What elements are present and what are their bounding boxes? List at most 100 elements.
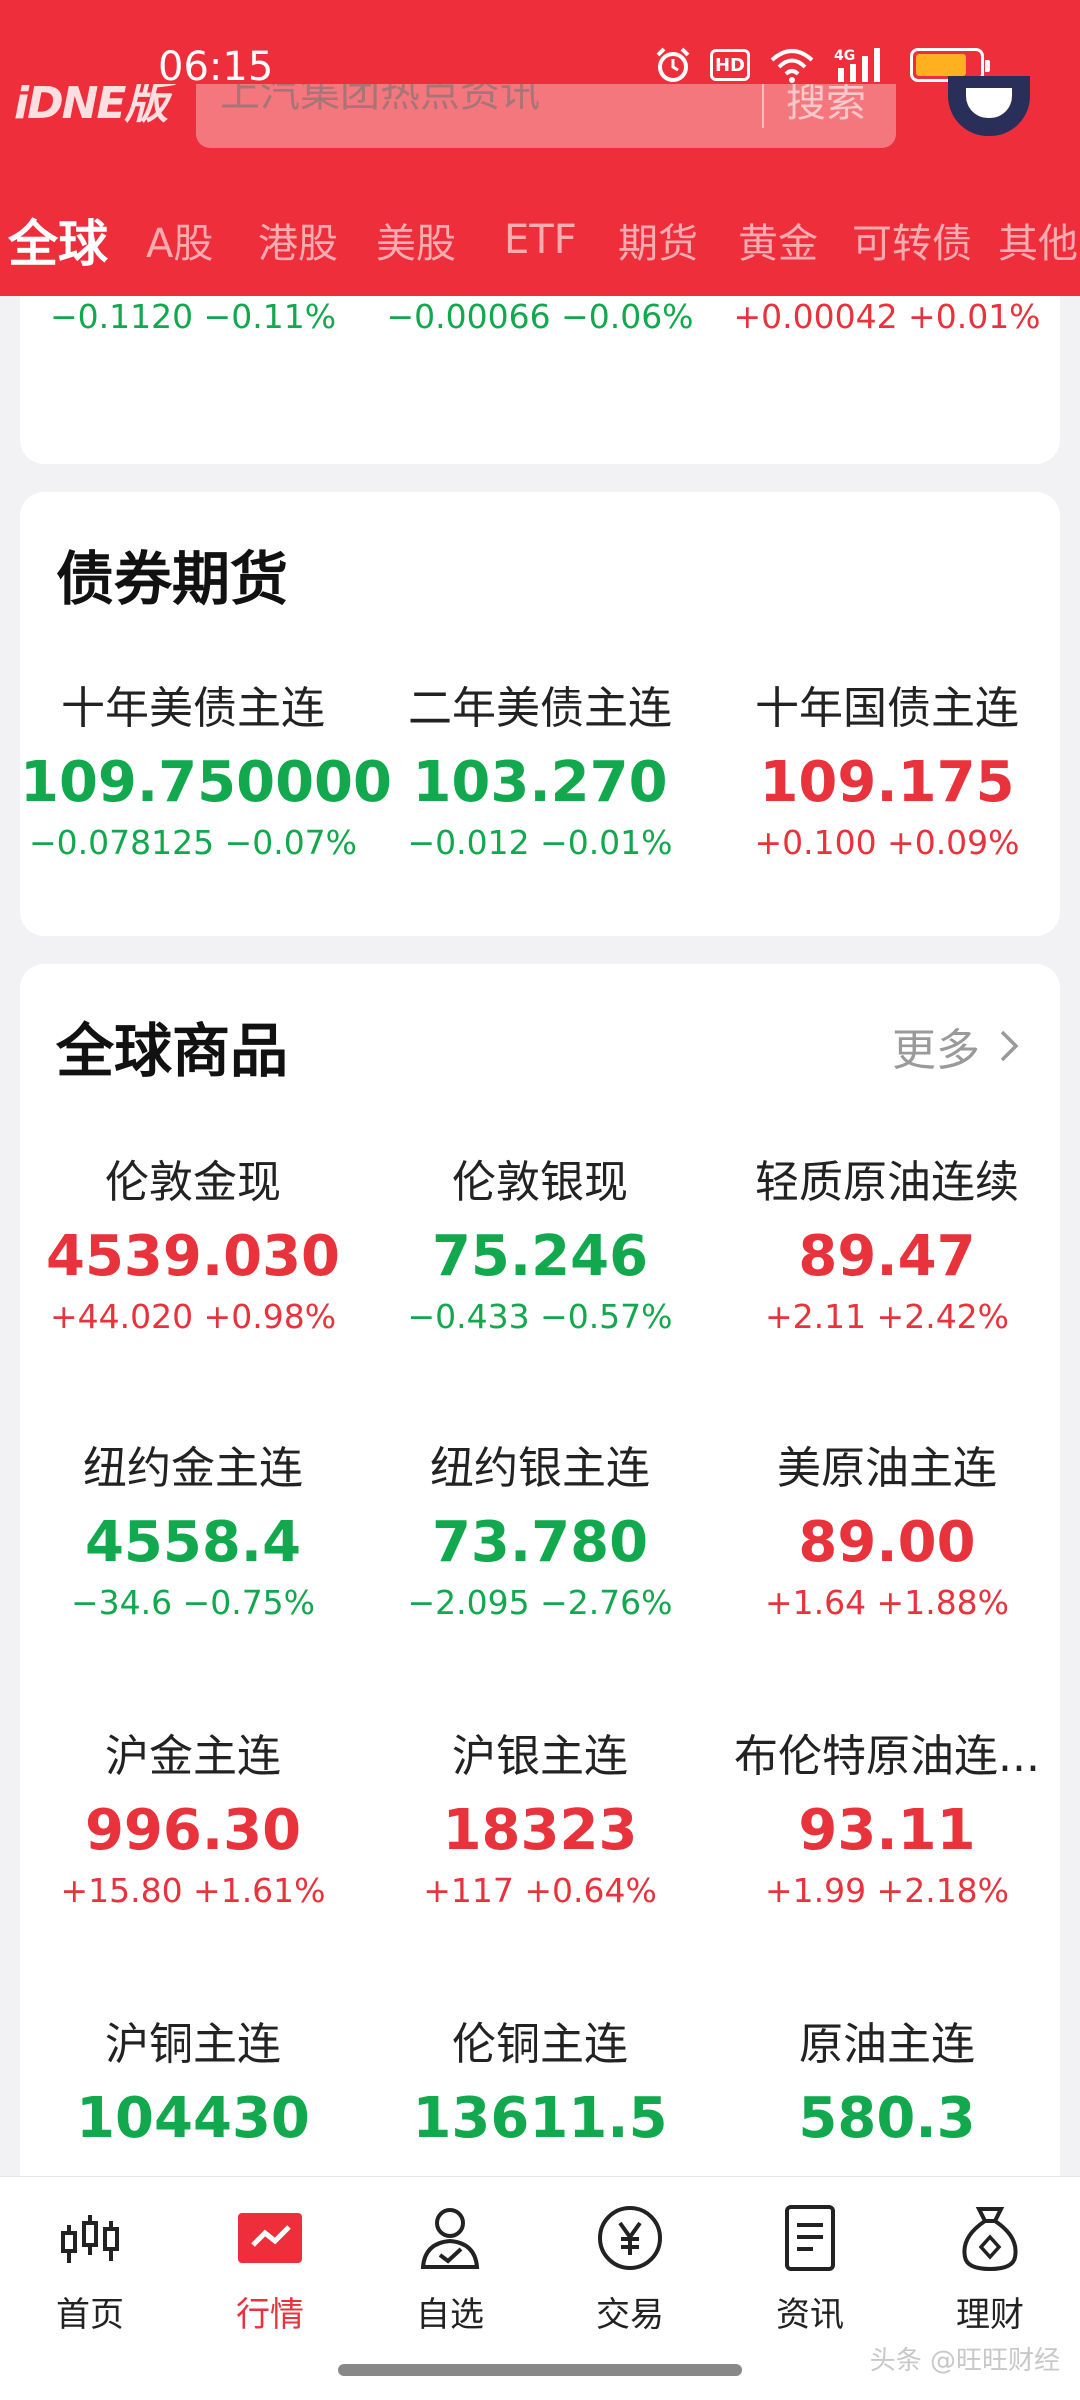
tab-7[interactable]: 可转债 xyxy=(852,211,972,269)
search-divider xyxy=(762,84,764,128)
nav-label: 行情 xyxy=(236,2295,304,2335)
commodity-quote-11[interactable]: 原油主连 580.3 xyxy=(714,2008,1060,2151)
nav-candlestick[interactable]: 首页 xyxy=(0,2203,180,2336)
quote-change: +0.00042 +0.01% xyxy=(733,297,1041,336)
home-indicator[interactable] xyxy=(338,2364,742,2376)
bond-quote-2[interactable]: 十年国债主连 109.175 +0.100 +0.09% xyxy=(714,672,1060,862)
quote-price: 75.246 xyxy=(431,1224,649,1289)
wifi-icon xyxy=(770,49,814,83)
quote-change: −0.1120 −0.11% xyxy=(49,297,337,336)
quote-price: 996.30 xyxy=(84,1798,302,1863)
quote-name: 沪银主连 xyxy=(452,1731,628,1782)
svg-text:4G: 4G xyxy=(834,48,855,64)
tab-4[interactable]: ETF xyxy=(504,217,577,263)
tab-8[interactable]: 其他 xyxy=(998,211,1078,269)
quote-change: −0.078125 −0.07% xyxy=(28,823,358,862)
nav-news-doc[interactable]: 资讯 xyxy=(720,2203,900,2336)
nav-label: 资讯 xyxy=(776,2295,844,2335)
quote-name: 轻质原油连续 xyxy=(755,1157,1019,1208)
tab-1[interactable]: A股 xyxy=(146,211,213,269)
quote-price: 103.270 xyxy=(412,750,668,815)
nav-market-chart[interactable]: 行情 xyxy=(180,2203,360,2336)
signal-4g-icon: 4G xyxy=(834,48,880,82)
quote-change: −0.00066 −0.06% xyxy=(386,297,694,336)
quote-price: 4558.4 xyxy=(84,1510,302,1575)
app-logo[interactable]: iDNE版 xyxy=(14,84,184,154)
quote-change: −2.095 −2.76% xyxy=(407,1583,673,1622)
quote-price: 109.750000 xyxy=(20,750,392,815)
quote-price: 18323 xyxy=(442,1798,638,1863)
commodity-quote-9[interactable]: 沪铜主连 104430 xyxy=(20,2008,366,2151)
commodity-quote-10[interactable]: 伦铜主连 13611.5 xyxy=(367,2008,713,2151)
commodity-quote-0[interactable]: 伦敦金现 4539.030 +44.020 +0.98% xyxy=(20,1146,366,1336)
quote-change: +1.99 +2.18% xyxy=(764,1871,1010,1910)
commodity-quote-3[interactable]: 纽约金主连 4558.4 −34.6 −0.75% xyxy=(20,1432,366,1622)
quote-name: 伦铜主连 xyxy=(452,2019,628,2070)
commodities-more-link[interactable]: 更多 xyxy=(892,1014,1020,1078)
quote-name: 沪铜主连 xyxy=(105,2019,281,2070)
quote-name: 伦敦金现 xyxy=(105,1157,281,1208)
tab-6[interactable]: 黄金 xyxy=(738,211,818,269)
nav-label: 自选 xyxy=(416,2295,484,2335)
market-tabs: 全球 A股 港股 美股 ETF 期货 黄金 可转债 其他 xyxy=(0,200,1080,280)
quote-name: 布伦特原油连... xyxy=(734,1731,1040,1782)
search-input[interactable] xyxy=(220,84,740,116)
quote-price: 109.175 xyxy=(759,750,1015,815)
quote-price: 73.780 xyxy=(431,1510,649,1575)
commodity-quote-1[interactable]: 伦敦银现 75.246 −0.433 −0.57% xyxy=(367,1146,713,1336)
commodity-quote-2[interactable]: 轻质原油连续 89.47 +2.11 +2.42% xyxy=(714,1146,1060,1336)
commodity-quote-7[interactable]: 沪银主连 18323 +117 +0.64% xyxy=(367,1720,713,1910)
money-bag-icon xyxy=(962,2207,1018,2272)
yuan-coin-icon xyxy=(598,2206,662,2270)
tab-5[interactable]: 期货 xyxy=(618,211,698,269)
search-box[interactable]: 搜索 xyxy=(196,84,896,148)
nav-yuan-coin[interactable]: 交易 xyxy=(540,2203,720,2336)
commodity-quote-6[interactable]: 沪金主连 996.30 +15.80 +1.61% xyxy=(20,1720,366,1910)
quote-name: 伦敦银现 xyxy=(452,1157,628,1208)
bond-quote-0[interactable]: 十年美债主连 109.750000 −0.078125 −0.07% xyxy=(20,672,392,862)
nav-label: 理财 xyxy=(956,2295,1024,2335)
bond-quote-1[interactable]: 二年美债主连 103.270 −0.012 −0.01% xyxy=(367,672,713,862)
quote-name: 纽约金主连 xyxy=(83,1443,303,1494)
bond-futures-card: 债券期货 十年美债主连 109.750000 −0.078125 −0.07% 二年美… xyxy=(20,492,1060,936)
commodity-quote-5[interactable]: 美原油主连 89.00 +1.64 +1.88% xyxy=(714,1432,1060,1622)
quote-price: 580.3 xyxy=(798,2086,976,2151)
quote-change: +44.020 +0.98% xyxy=(49,1297,337,1336)
top-header: 06:15 HD 4G iDNE版 搜索 全球A股港股美股ET xyxy=(0,0,1080,296)
candlestick-icon xyxy=(61,2215,119,2263)
commodities-card: 全球商品 更多 伦敦金现 4539.030 +44.020 +0.98% 伦敦银现 75… xyxy=(20,964,1060,2204)
search-button[interactable]: 搜索 xyxy=(786,84,866,128)
quote-change: +2.11 +2.42% xyxy=(764,1297,1010,1336)
quote-change: +1.64 +1.88% xyxy=(764,1583,1010,1622)
commodity-quote-8[interactable]: 布伦特原油连... 93.11 +1.99 +2.18% xyxy=(714,1720,1060,1910)
quote-name: 沪金主连 xyxy=(105,1731,281,1782)
status-icons: HD 4G xyxy=(654,46,990,84)
tab-3[interactable]: 美股 xyxy=(376,211,456,269)
watermark: 头条 @旺旺财经 xyxy=(869,2346,1060,2376)
quote-price: 104430 xyxy=(76,2086,310,2151)
quote-change: −34.6 −0.75% xyxy=(70,1583,316,1622)
nav-label: 首页 xyxy=(56,2295,124,2335)
market-chart-icon xyxy=(238,2213,302,2263)
quote-name: 十年美债主连 xyxy=(61,683,325,734)
tab-2[interactable]: 港股 xyxy=(258,211,338,269)
quote-price: 4539.030 xyxy=(45,1224,341,1289)
avatar[interactable] xyxy=(948,76,1030,136)
battery-fill xyxy=(916,54,966,76)
person-check-icon xyxy=(420,2208,480,2269)
alarm-icon xyxy=(656,47,690,82)
hd-icon: HD xyxy=(710,49,750,81)
quote-price: 93.11 xyxy=(798,1798,976,1863)
tab-0[interactable]: 全球 xyxy=(8,204,108,276)
commodities-title: 全球商品 xyxy=(56,1017,289,1085)
quote-price: 89.47 xyxy=(798,1224,976,1289)
quote-name: 纽约银主连 xyxy=(430,1443,650,1494)
quote-change: +117 +0.64% xyxy=(423,1871,657,1910)
commodity-quote-4[interactable]: 纽约银主连 73.780 −2.095 −2.76% xyxy=(367,1432,713,1622)
bond-futures-title: 债券期货 xyxy=(56,545,289,613)
quote-name: 二年美债主连 xyxy=(408,683,672,734)
quote-change: −0.433 −0.57% xyxy=(407,1297,673,1336)
nav-money-bag[interactable]: 理财 xyxy=(900,2203,1080,2336)
nav-person-check[interactable]: 自选 xyxy=(360,2203,540,2336)
quote-name: 美原油主连 xyxy=(777,1443,997,1494)
